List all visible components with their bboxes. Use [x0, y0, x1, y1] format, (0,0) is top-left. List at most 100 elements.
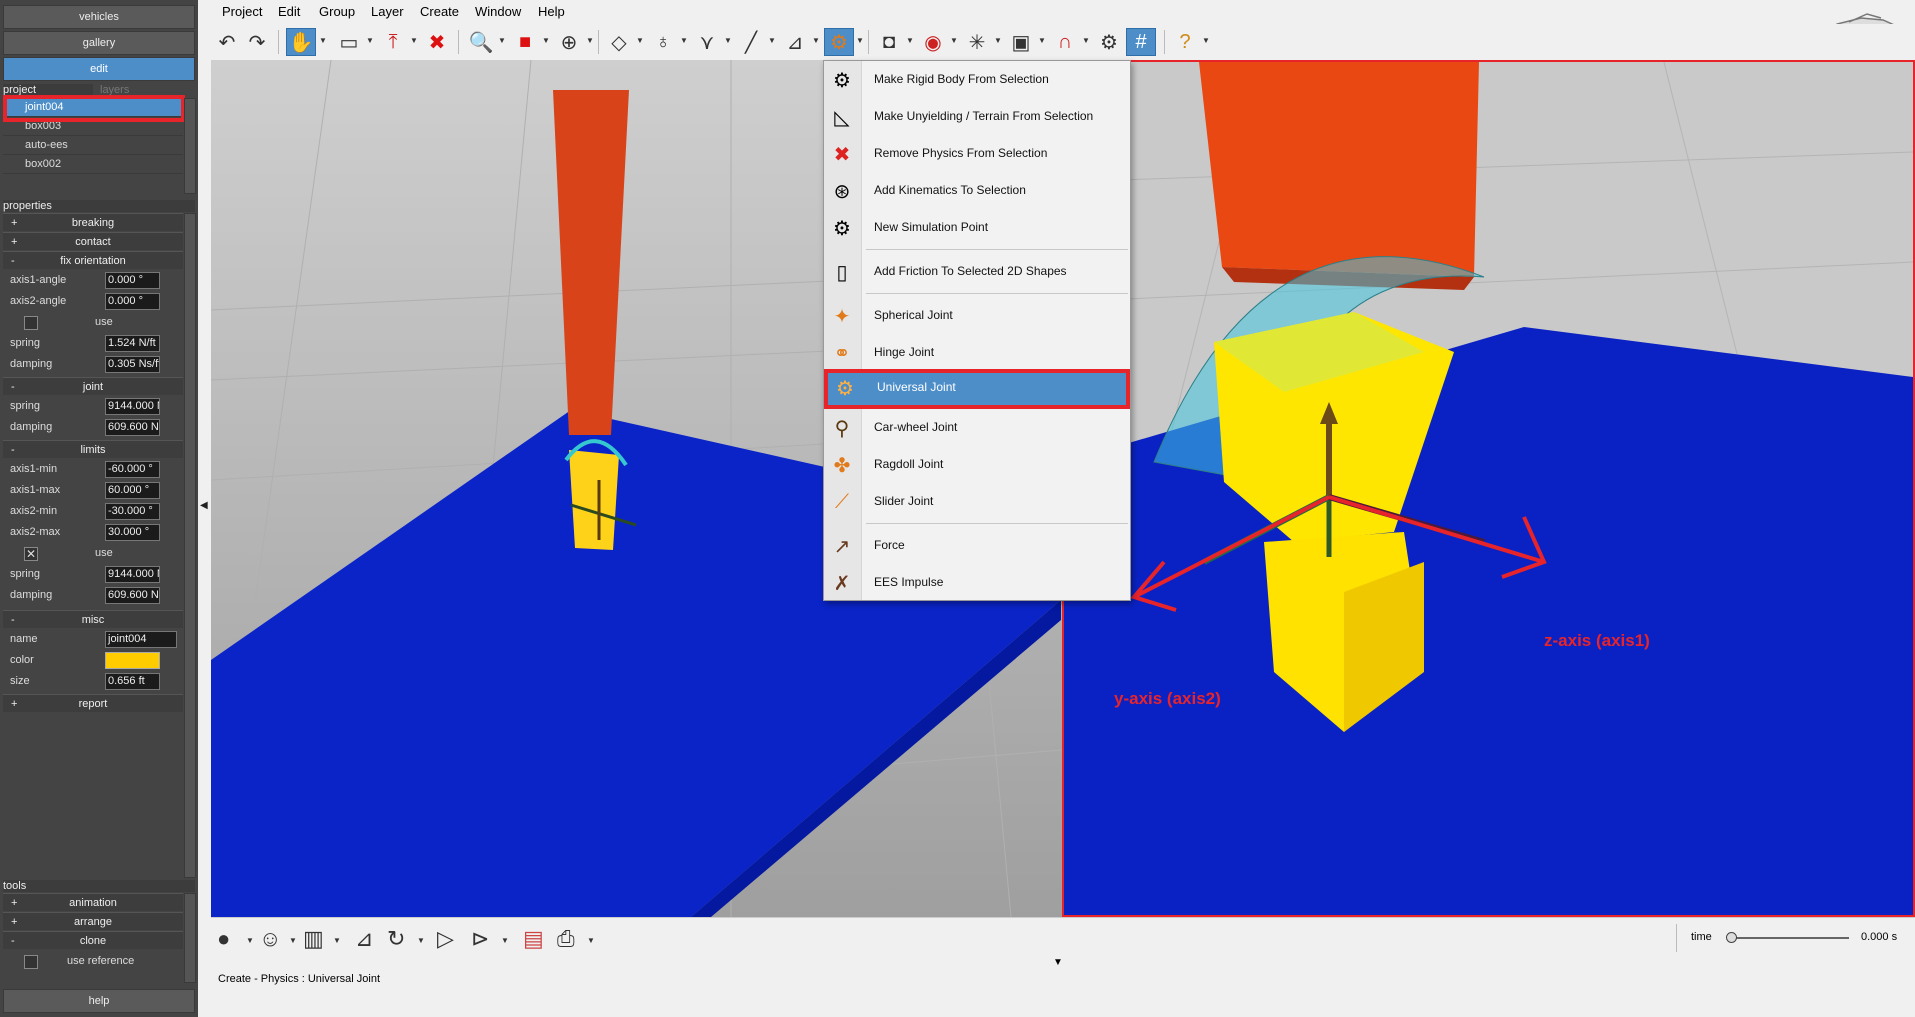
menu-item-ees-impulse[interactable]: ✗ EES Impulse — [825, 564, 1129, 601]
project-item-auto-ees[interactable]: auto-ees — [3, 136, 183, 155]
size-field[interactable]: 0.656 ft — [105, 673, 160, 690]
menu-item-add-kinematics[interactable]: ⊛ Add Kinematics To Selection — [825, 172, 1129, 209]
orbit-icon[interactable]: ↻ — [387, 926, 405, 952]
help-question-icon[interactable]: ? — [1170, 28, 1200, 56]
menu-help[interactable]: Help — [538, 4, 565, 19]
chevron-down-icon[interactable]: ▼ — [319, 36, 327, 45]
collapse-panel-arrow-icon[interactable]: ◀ — [200, 500, 208, 511]
time-slider-track[interactable] — [1729, 937, 1849, 939]
project-scrollbar[interactable] — [184, 98, 196, 194]
axis1-angle-field[interactable]: 0.000 ° — [105, 272, 160, 289]
chevron-down-icon[interactable]: ▼ — [994, 36, 1002, 45]
select-rectangle-icon[interactable]: ▭ — [334, 28, 364, 56]
graph-icon[interactable]: ⊿ — [355, 926, 373, 952]
chevron-down-icon[interactable]: ▼ — [812, 36, 820, 45]
settings-gear-icon[interactable]: ⚙ — [1094, 28, 1124, 56]
target-icon[interactable]: ◉ — [918, 28, 948, 56]
bend-icon[interactable]: ⋎ — [692, 28, 722, 56]
chevron-down-icon[interactable]: ▼ — [246, 936, 254, 945]
menu-project[interactable]: Project — [222, 4, 262, 19]
limits-damping-field[interactable]: 609.600 Ns — [105, 587, 160, 604]
chevron-down-icon[interactable]: ▼ — [498, 36, 506, 45]
help-button[interactable]: help — [3, 989, 195, 1013]
chevron-down-icon[interactable]: ▼ — [501, 936, 509, 945]
menu-create[interactable]: Create — [420, 4, 459, 19]
chevron-down-icon[interactable]: ▼ — [1082, 36, 1090, 45]
group-fix-orientation[interactable]: - fix orientation — [3, 251, 183, 269]
group-contact[interactable]: + contact — [3, 232, 183, 250]
axis1-max-field[interactable]: 60.000 ° — [105, 482, 160, 499]
chevron-down-icon[interactable]: ▼ — [768, 36, 776, 45]
zoom-icon[interactable]: 🔍 — [466, 28, 496, 56]
chevron-down-icon[interactable]: ▼ — [906, 36, 914, 45]
chevron-down-icon[interactable]: ▼ — [1038, 36, 1046, 45]
line-icon[interactable]: ╱ — [736, 28, 766, 56]
delete-icon[interactable]: ✖ — [422, 28, 452, 56]
axis2-max-field[interactable]: 30.000 ° — [105, 524, 160, 541]
menu-item-make-rigid-body[interactable]: ⚙ Make Rigid Body From Selection — [825, 61, 1129, 98]
tools-scrollbar[interactable] — [184, 893, 196, 983]
shading-sphere-icon[interactable]: ● — [217, 926, 230, 952]
project-item-box002[interactable]: box002 — [3, 155, 183, 174]
menu-item-add-friction[interactable]: ▯ Add Friction To Selected 2D Shapes — [825, 253, 1129, 290]
camera-icon[interactable]: ◘ — [874, 28, 904, 56]
print-icon[interactable]: ⎙ — [557, 926, 575, 952]
menu-item-spherical-joint[interactable]: ✦ Spherical Joint — [825, 297, 1129, 334]
transform-icon[interactable]: ⤒ — [378, 28, 408, 56]
menu-edit[interactable]: Edit — [278, 4, 300, 19]
menu-item-remove-physics[interactable]: ✖ Remove Physics From Selection — [825, 135, 1129, 172]
time-slider-thumb[interactable] — [1726, 932, 1737, 943]
physics-joint-icon[interactable]: ⚙ — [824, 28, 854, 56]
limits-spring-field[interactable]: 9144.000 N — [105, 566, 160, 583]
head-view-icon[interactable]: ☺ — [259, 926, 281, 952]
expand-arrow-icon[interactable]: ▼ — [1053, 957, 1063, 968]
axes-icon[interactable]: ✳ — [962, 28, 992, 56]
group-misc[interactable]: - misc — [3, 610, 183, 628]
menu-item-hinge-joint[interactable]: ⚭ Hinge Joint — [825, 334, 1129, 371]
axis2-angle-field[interactable]: 0.000 ° — [105, 293, 160, 310]
menu-item-force[interactable]: ↗ Force — [825, 527, 1129, 564]
chevron-down-icon[interactable]: ▼ — [410, 36, 418, 45]
menu-item-universal-joint[interactable]: ⚙ Universal Joint — [824, 369, 1130, 409]
properties-scrollbar[interactable] — [184, 213, 196, 878]
chevron-down-icon[interactable]: ▼ — [333, 936, 341, 945]
undo-icon[interactable]: ↶ — [212, 28, 242, 56]
name-field[interactable]: joint004 — [105, 631, 177, 648]
face-select-icon[interactable]: ◇ — [604, 28, 634, 56]
menu-layer[interactable]: Layer — [371, 4, 404, 19]
layout-split-icon[interactable]: ▥ — [303, 926, 324, 952]
move-crosshair-icon[interactable]: ⊕ — [554, 28, 584, 56]
pan-hand-icon[interactable]: ✋ — [286, 28, 316, 56]
menu-item-ragdoll-joint[interactable]: ✤ Ragdoll Joint — [825, 446, 1129, 483]
axis1-min-field[interactable]: -60.000 ° — [105, 461, 160, 478]
joint-spring-field[interactable]: 9144.000 N — [105, 398, 160, 415]
render-icon[interactable]: ▣ — [1006, 28, 1036, 56]
color-swatch[interactable] — [105, 652, 160, 669]
measure-icon[interactable]: ⊿ — [780, 28, 810, 56]
viewport-detail[interactable]: z-axis (axis1) y-axis (axis2) — [1062, 60, 1915, 917]
tab-vehicles[interactable]: vehicles — [3, 5, 195, 29]
tab-edit[interactable]: edit — [3, 57, 195, 81]
report-icon[interactable]: ▤ — [523, 926, 544, 952]
lathe-icon[interactable]: ♁ — [648, 28, 678, 56]
red-pillar[interactable] — [1199, 62, 1479, 277]
menu-item-new-simulation-point[interactable]: ⚙ New Simulation Point — [825, 209, 1129, 246]
menu-group[interactable]: Group — [319, 4, 355, 19]
chevron-down-icon[interactable]: ▼ — [587, 936, 595, 945]
play-record-icon[interactable]: ⊳ — [471, 926, 489, 952]
chevron-down-icon[interactable]: ▼ — [542, 36, 550, 45]
play-icon[interactable]: ▷ — [437, 926, 454, 952]
fix-spring-field[interactable]: 1.524 N/ft — [105, 335, 160, 352]
group-joint[interactable]: - joint — [3, 377, 183, 395]
menu-item-make-unyielding[interactable]: ◺ Make Unyielding / Terrain From Selectio… — [825, 98, 1129, 135]
group-report[interactable]: + report — [3, 694, 183, 712]
chevron-down-icon[interactable]: ▼ — [586, 36, 594, 45]
magnet-icon[interactable]: ∩ — [1050, 28, 1080, 56]
tab-gallery[interactable]: gallery — [3, 31, 195, 55]
chevron-down-icon[interactable]: ▼ — [1202, 36, 1210, 45]
chevron-down-icon[interactable]: ▼ — [289, 936, 297, 945]
yellow-joint-body[interactable] — [569, 450, 619, 550]
group-breaking[interactable]: + breaking — [3, 213, 183, 231]
menu-window[interactable]: Window — [475, 4, 521, 19]
grid-icon[interactable]: # — [1126, 28, 1156, 56]
